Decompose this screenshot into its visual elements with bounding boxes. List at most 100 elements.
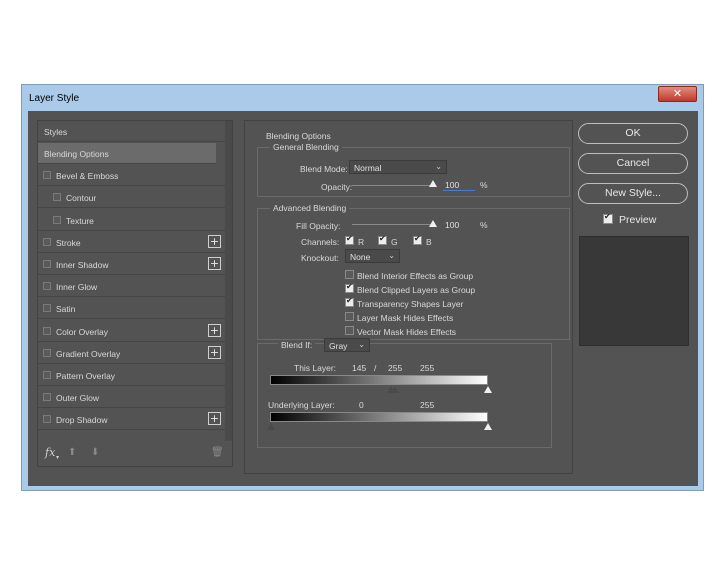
knockout-value: None — [350, 252, 371, 262]
move-down-icon[interactable]: ⬇ — [91, 447, 99, 458]
style-item-label: Texture — [66, 215, 94, 226]
style-item-label: Pattern Overlay — [56, 371, 116, 381]
preview-label: Preview — [619, 214, 657, 226]
cancel-button[interactable]: Cancel — [578, 153, 688, 174]
new-style-button[interactable]: New Style... — [578, 183, 688, 204]
opacity-unit: % — [480, 180, 488, 190]
fill-opacity-slider-thumb[interactable] — [429, 220, 437, 227]
layer-mask-hides-checkbox[interactable] — [345, 312, 354, 321]
style-item-checkbox[interactable] — [43, 304, 51, 313]
fill-opacity-slider[interactable] — [352, 224, 434, 225]
opacity-input[interactable]: 100 — [443, 180, 475, 191]
general-blending-group: General Blending Blend Mode: Normal ⌄ Op… — [257, 142, 570, 197]
vector-mask-hides-label: Vector Mask Hides Effects — [357, 327, 457, 337]
add-style-plus-icon[interactable]: + — [208, 412, 221, 426]
advanced-blending-title: Advanced Blending — [270, 203, 350, 213]
style-item-outer-glow[interactable]: Outer Glow — [38, 387, 225, 409]
styles-list: Styles Blending Options Bevel & Emboss Con… — [37, 120, 233, 467]
style-item-inner-glow[interactable]: Inner Glow — [38, 276, 225, 298]
add-style-plus-icon[interactable]: + — [208, 257, 221, 270]
knockout-select[interactable]: None ⌄ — [345, 249, 400, 263]
blending-options-group: Blending Options General Blending Blend … — [257, 128, 570, 340]
style-item-checkbox[interactable] — [43, 237, 51, 246]
style-item-checkbox[interactable] — [53, 215, 61, 224]
this-layer-black-thumb[interactable] — [391, 386, 399, 393]
transparency-shapes-label: Transparency Shapes Layer — [357, 299, 464, 309]
style-item-stroke[interactable]: Stroke + — [38, 232, 225, 253]
advanced-blending-group: Advanced Blending Fill Opacity: 100 % Ch… — [257, 203, 570, 340]
style-item-checkbox[interactable] — [43, 260, 51, 268]
add-style-plus-icon[interactable]: + — [208, 345, 221, 359]
style-item-checkbox[interactable] — [43, 371, 51, 379]
fx-dropdown-icon[interactable]: ▾ — [56, 454, 59, 461]
blend-if-value: Gray — [329, 341, 348, 351]
styles-header[interactable]: Styles — [38, 121, 225, 142]
style-item-contour[interactable]: Contour — [38, 187, 225, 209]
style-item-label: Stroke — [56, 237, 81, 248]
preview-checkbox[interactable] — [603, 212, 613, 224]
add-style-plus-icon[interactable]: + — [208, 323, 221, 337]
blend-if-select[interactable]: Gray ⌄ — [324, 338, 370, 352]
channel-r-label: R — [358, 237, 365, 247]
channel-b-checkbox[interactable] — [413, 234, 422, 245]
chevron-down-icon: ⌄ — [435, 162, 442, 171]
blending-options-panel: Blending Options General Blending Blend … — [244, 120, 573, 474]
styles-header-label: Styles — [44, 127, 68, 137]
blend-clipped-checkbox[interactable] — [345, 282, 354, 293]
fill-opacity-unit: % — [480, 220, 488, 230]
style-item-checkbox[interactable] — [43, 326, 51, 335]
trash-icon[interactable]: 🗑 — [211, 447, 224, 458]
channel-g-checkbox[interactable] — [378, 234, 387, 245]
style-item-color-overlay[interactable]: Color Overlay + — [38, 321, 225, 342]
style-item-pattern-overlay[interactable]: Pattern Overlay — [38, 365, 225, 386]
this-layer-white-thumb[interactable] — [484, 386, 492, 393]
channel-r-checkbox[interactable] — [345, 234, 354, 245]
style-item-label: Gradient Overlay — [56, 348, 121, 359]
style-item-label: Inner Shadow — [56, 260, 109, 270]
fill-opacity-input[interactable]: 100 — [443, 220, 475, 230]
style-item-blending-options[interactable]: Blending Options — [38, 143, 216, 164]
blend-mode-label: Blend Mode: — [300, 164, 348, 174]
blend-interior-checkbox[interactable] — [345, 270, 354, 279]
close-button[interactable]: ✕ — [658, 86, 697, 102]
transparency-shapes-checkbox[interactable] — [345, 296, 354, 307]
add-style-plus-icon[interactable]: + — [208, 234, 221, 248]
this-layer-low-value: 145 — [352, 363, 367, 373]
opacity-slider[interactable] — [352, 185, 434, 186]
underlying-black-thumb[interactable] — [267, 423, 275, 430]
style-item-checkbox[interactable] — [43, 393, 51, 402]
style-item-label: Inner Glow — [56, 282, 98, 293]
style-item-label: Outer Glow — [56, 393, 99, 404]
channels-label: Channels: — [301, 237, 340, 247]
underlying-white-thumb[interactable] — [484, 423, 492, 430]
styles-footer: fx ▾ ⬆ ⬇ 🗑 — [38, 440, 232, 466]
blending-options-title: Blending Options — [263, 131, 334, 141]
style-item-label: Color Overlay — [56, 326, 108, 337]
blend-interior-label: Blend Interior Effects as Group — [357, 271, 474, 281]
style-item-satin[interactable]: Satin — [38, 298, 225, 320]
style-item-gradient-overlay[interactable]: Gradient Overlay + — [38, 343, 225, 364]
move-up-icon[interactable]: ⬆ — [68, 447, 76, 458]
dialog-title: Layer Style — [29, 93, 80, 104]
style-item-drop-shadow[interactable]: Drop Shadow + — [38, 409, 225, 431]
style-item-checkbox[interactable] — [43, 171, 51, 180]
style-item-inner-shadow[interactable]: Inner Shadow + — [38, 254, 225, 275]
ok-button[interactable]: OK — [578, 123, 688, 144]
style-item-checkbox[interactable] — [43, 282, 51, 291]
underlying-layer-gradient[interactable] — [270, 412, 488, 422]
channel-b-label: B — [426, 237, 432, 247]
fx-icon[interactable]: fx — [45, 446, 55, 459]
style-item-checkbox[interactable] — [43, 415, 51, 424]
underlying-layer-label: Underlying Layer: — [268, 400, 335, 410]
styles-scrollbar[interactable] — [225, 121, 232, 441]
blend-mode-select[interactable]: Normal ⌄ — [349, 160, 447, 174]
opacity-slider-thumb[interactable] — [429, 180, 437, 187]
style-item-bevel-emboss[interactable]: Bevel & Emboss — [38, 165, 225, 187]
style-item-checkbox[interactable] — [53, 193, 61, 202]
this-layer-gradient[interactable] — [270, 375, 488, 385]
style-item-checkbox[interactable] — [43, 348, 51, 357]
knockout-label: Knockout: — [301, 253, 339, 263]
style-item-texture[interactable]: Texture — [38, 210, 225, 231]
vector-mask-hides-checkbox[interactable] — [345, 326, 354, 335]
style-item-label: Drop Shadow — [56, 415, 108, 426]
